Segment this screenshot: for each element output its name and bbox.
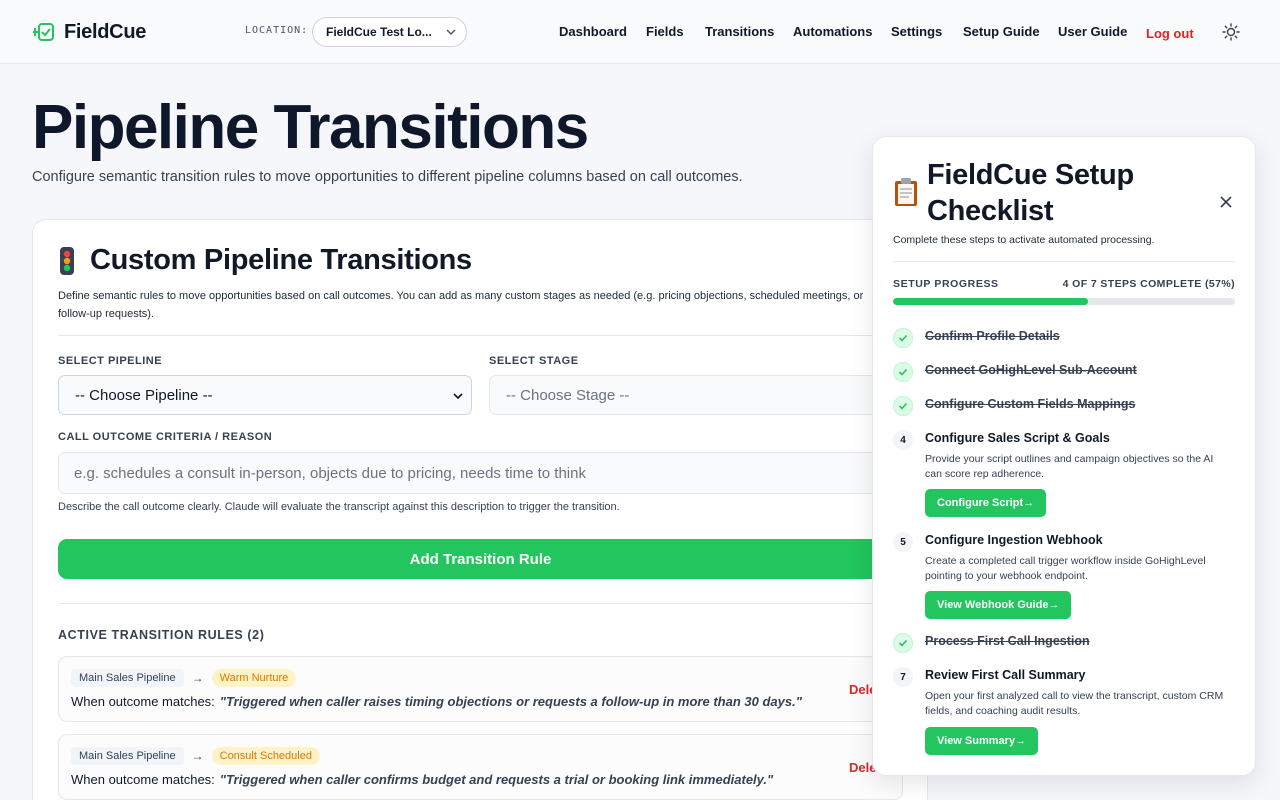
step-title: Process First Call Ingestion (925, 634, 1090, 648)
progress-bar (893, 298, 1235, 305)
step-number: 7 (893, 667, 913, 687)
sun-icon[interactable] (1222, 23, 1240, 41)
configure-script-button[interactable]: Configure Script→ (925, 489, 1047, 517)
step-description: Provide your script outlines and campaig… (925, 453, 1214, 480)
top-navigation-bar: FieldCue LOCATION: FieldCue Test Lo... D… (0, 0, 1280, 64)
criteria-placeholder: e.g. schedules a consult in-person, obje… (74, 464, 586, 482)
pipeline-select-value: -- Choose Pipeline -- (75, 386, 213, 404)
step-number: 5 (893, 532, 913, 552)
rule-prefix: When outcome matches: (71, 694, 215, 709)
step-title: Review First Call Summary (925, 668, 1086, 682)
checklist-title: FieldCue Setup Checklist (927, 159, 1134, 227)
location-select-value: FieldCue Test Lo... (326, 25, 432, 39)
step-description: Open your first analyzed call to view th… (925, 690, 1224, 717)
fieldcue-logo-icon (33, 23, 54, 41)
check-icon (893, 328, 913, 348)
brand-logo[interactable]: FieldCue (32, 18, 146, 46)
step-title: Connect GoHighLevel Sub-Account (925, 363, 1137, 377)
check-icon (893, 396, 913, 416)
page-subtitle: Configure semantic transition rules to m… (32, 169, 743, 185)
step-title: Confirm Profile Details (925, 329, 1060, 343)
card-title: Custom Pipeline Transitions (90, 244, 472, 276)
transition-rule-row: Main Sales Pipeline → Warm Nurture When … (58, 656, 903, 722)
clipboard-icon (895, 178, 917, 206)
nav-dashboard[interactable]: Dashboard (559, 24, 627, 39)
step-title: Configure Ingestion Webhook (925, 533, 1103, 547)
pipeline-label: SELECT PIPELINE (58, 355, 163, 367)
setup-checklist-panel: FieldCue Setup Checklist Complete these … (872, 136, 1256, 776)
nav-setup-guide[interactable]: Setup Guide (963, 24, 1040, 39)
check-icon (893, 362, 913, 382)
pipeline-pill: Main Sales Pipeline (71, 747, 184, 765)
pipeline-pill: Main Sales Pipeline (71, 669, 184, 687)
close-icon[interactable] (1219, 195, 1233, 209)
logout-link[interactable]: Log out (1146, 26, 1194, 41)
arrow-right-icon: → (191, 749, 204, 763)
arrow-right-icon: → (191, 671, 204, 685)
location-select[interactable]: FieldCue Test Lo... (312, 17, 467, 47)
step-title: Configure Sales Script & Goals (925, 431, 1110, 445)
nav-fields[interactable]: Fields (646, 24, 684, 39)
nav-user-guide[interactable]: User Guide (1058, 24, 1127, 39)
chevron-down-icon (453, 393, 463, 400)
rule-criteria: "Triggered when caller confirms budget a… (219, 772, 774, 787)
card-description: Define semantic rules to move opportunit… (58, 290, 864, 320)
progress-bar-fill (893, 298, 1088, 305)
view-webhook-guide-button[interactable]: View Webhook Guide→ (925, 591, 1072, 619)
pipeline-select[interactable]: -- Choose Pipeline -- (58, 375, 472, 415)
custom-transitions-card: Custom Pipeline Transitions Define seman… (32, 219, 928, 800)
criteria-helper-text: Describe the call outcome clearly. Claud… (58, 501, 620, 513)
rule-prefix: When outcome matches: (71, 772, 215, 787)
step-description: Create a completed call trigger workflow… (925, 555, 1206, 582)
criteria-input[interactable]: e.g. schedules a consult in-person, obje… (58, 452, 898, 494)
divider (58, 603, 898, 604)
divider (893, 261, 1235, 262)
transition-rule-row: Main Sales Pipeline → Consult Scheduled … (58, 734, 903, 800)
active-rules-heading: ACTIVE TRANSITION RULES (2) (58, 628, 265, 642)
check-icon (893, 633, 913, 653)
nav-settings[interactable]: Settings (891, 24, 942, 39)
nav-transitions[interactable]: Transitions (705, 24, 774, 39)
location-label: LOCATION: (245, 25, 309, 36)
step-number: 4 (893, 430, 913, 450)
step-title: Configure Custom Fields Mappings (925, 397, 1136, 411)
rule-criteria: "Triggered when caller raises timing obj… (219, 694, 802, 709)
traffic-light-icon (60, 246, 74, 275)
add-transition-rule-button[interactable]: Add Transition Rule (58, 539, 903, 579)
view-summary-button[interactable]: View Summary→ (925, 727, 1039, 755)
progress-label: SETUP PROGRESS (893, 278, 999, 290)
page-title: Pipeline Transitions (32, 93, 589, 162)
brand-name: FieldCue (64, 20, 147, 43)
divider (58, 335, 898, 336)
criteria-label: CALL OUTCOME CRITERIA / REASON (58, 431, 273, 443)
stage-pill: Consult Scheduled (211, 747, 320, 765)
checklist-subtitle: Complete these steps to activate automat… (893, 234, 1155, 246)
stage-select[interactable]: -- Choose Stage -- (489, 375, 899, 415)
chevron-down-icon (446, 29, 456, 35)
stage-label: SELECT STAGE (489, 355, 579, 367)
nav-automations[interactable]: Automations (793, 24, 872, 39)
stage-select-value: -- Choose Stage -- (506, 386, 630, 404)
progress-count: 4 OF 7 STEPS COMPLETE (57%) (1062, 278, 1235, 290)
stage-pill: Warm Nurture (211, 669, 297, 687)
card-heading: Custom Pipeline Transitions (58, 244, 472, 277)
